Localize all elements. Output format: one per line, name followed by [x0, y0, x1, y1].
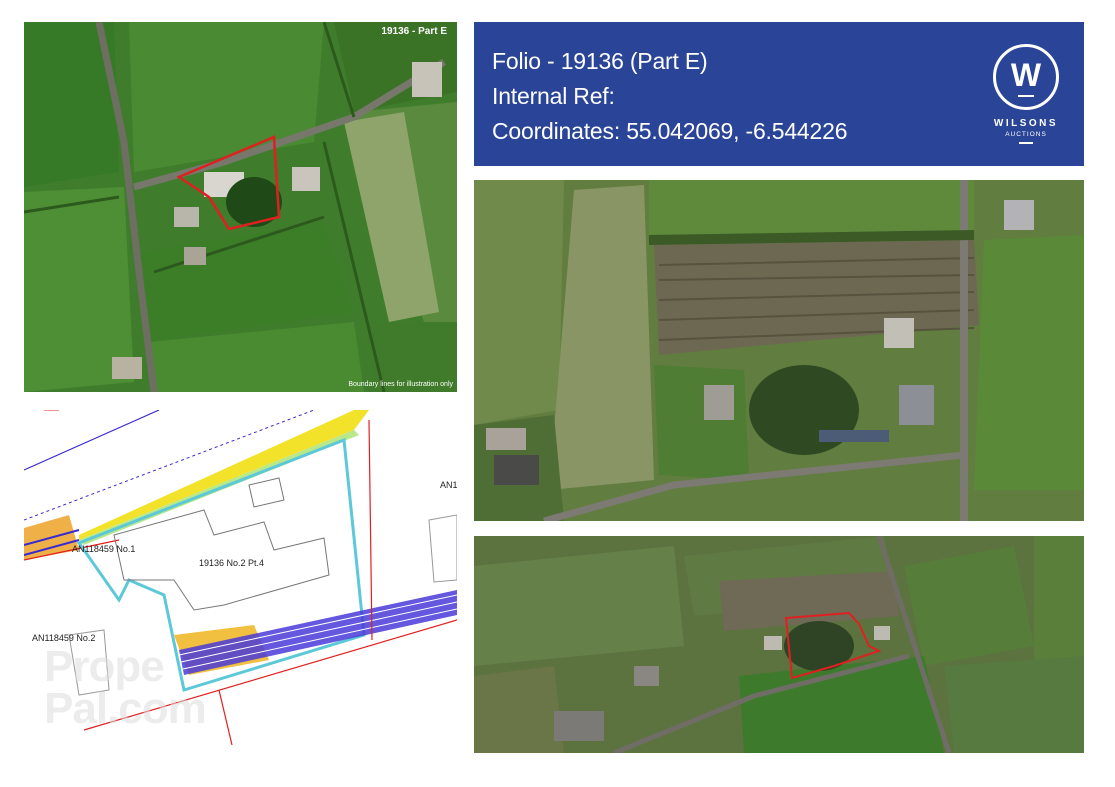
coordinates-label: Coordinates:: [492, 118, 627, 144]
map-disclaimer: Boundary lines for illustration only: [348, 381, 453, 388]
internal-ref-label: Internal Ref:: [492, 83, 615, 109]
satellite-map: 19136 - Part E Boundary lines for illust…: [24, 22, 457, 392]
logo-subtitle: AUCTIONS: [1005, 131, 1047, 138]
watermark-line-2: Pal.com: [44, 684, 207, 733]
aerial-photo-top: [474, 180, 1084, 521]
watermark-line-1: Prope: [44, 642, 165, 691]
info-banner: Folio - 19136 (Part E) Internal Ref: Coo…: [474, 22, 1084, 166]
aerial-photo-bottom: [474, 536, 1084, 753]
internal-ref-line: Internal Ref:: [492, 79, 847, 114]
logo-circle-icon: W: [993, 44, 1059, 110]
plan-label-2: 19136 No.2 Pt.4: [199, 558, 265, 568]
coordinates-line: Coordinates: 55.042069, -6.544226: [492, 114, 847, 149]
logo-name: WILSONS: [993, 118, 1059, 129]
folio-line: Folio - 19136 (Part E): [492, 44, 847, 79]
coordinates-value: 55.042069, -6.544226: [626, 118, 848, 144]
plan-label-4: AN1: [440, 480, 457, 490]
folio-value: 19136 (Part E): [560, 48, 708, 74]
watermark: Prope Pal.com: [44, 642, 207, 733]
map-label: 19136 - Part E: [381, 26, 447, 37]
land-registry-plan: AN118459 No.1 19136 No.2 Pt.4 AN118459 N…: [24, 410, 457, 745]
wilsons-auctions-logo: W WILSONS AUCTIONS: [976, 44, 1076, 144]
plan-label-1: AN118459 No.1: [72, 544, 136, 554]
folio-label: Folio -: [492, 48, 561, 74]
